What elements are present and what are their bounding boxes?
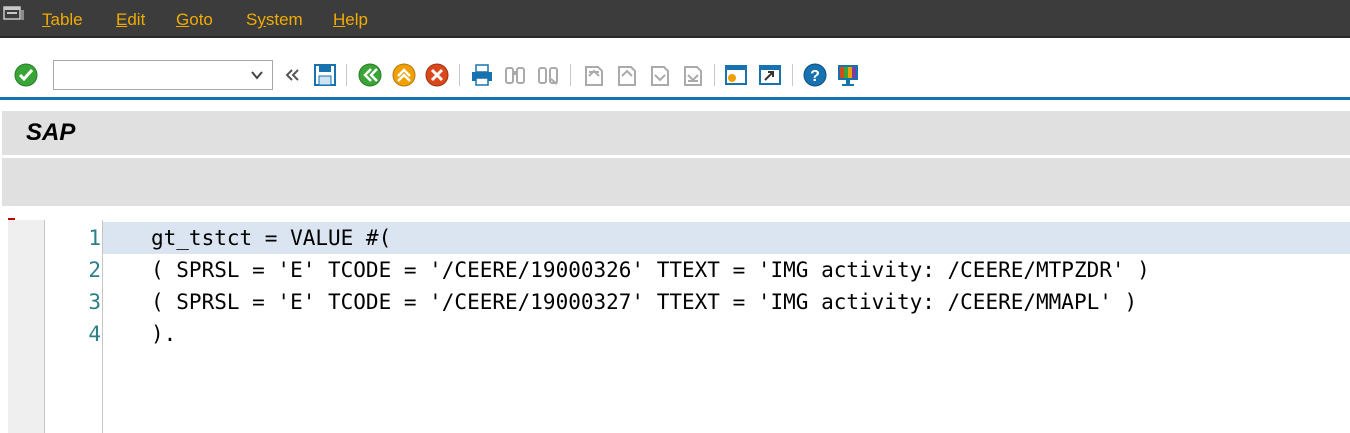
- code-line[interactable]: gt_tstct = VALUE #(: [151, 222, 391, 254]
- toolbar-separator: [570, 64, 571, 86]
- previous-page-icon[interactable]: [613, 62, 639, 88]
- menu-goto[interactable]: Goto: [176, 10, 213, 30]
- chevron-down-icon[interactable]: [249, 67, 265, 83]
- code-line[interactable]: ( SPRSL = 'E' TCODE = '/CEERE/19000327' …: [151, 286, 1137, 318]
- line-number: 3: [88, 290, 101, 314]
- toolbar-separator: [792, 64, 793, 86]
- menu-system[interactable]: System: [246, 10, 303, 30]
- menu-help[interactable]: Help: [333, 10, 368, 30]
- toolbar-separator: [459, 64, 460, 86]
- save-icon[interactable]: [312, 62, 338, 88]
- line-number: 1: [88, 226, 101, 250]
- create-session-icon[interactable]: [723, 62, 749, 88]
- svg-text:?: ?: [810, 68, 820, 85]
- page-title: SAP: [26, 119, 76, 146]
- system-menu-icon[interactable]: [3, 6, 25, 22]
- next-page-icon[interactable]: [646, 62, 672, 88]
- find-next-icon[interactable]: [535, 62, 561, 88]
- code-line[interactable]: ( SPRSL = 'E' TCODE = '/CEERE/19000326' …: [151, 254, 1150, 286]
- customize-layout-icon[interactable]: [835, 62, 861, 88]
- command-field[interactable]: [53, 60, 273, 90]
- print-icon[interactable]: [469, 62, 495, 88]
- toolbar-separator: [714, 64, 715, 86]
- exit-icon[interactable]: [391, 62, 417, 88]
- shortcut-icon[interactable]: [757, 62, 783, 88]
- code-editor[interactable]: 1 gt_tstct = VALUE #( 2 ( SPRSL = 'E' TC…: [0, 218, 1350, 433]
- standard-toolbar: ?: [0, 38, 1350, 100]
- menu-bar: Table Edit Goto System Help: [0, 0, 1350, 38]
- help-icon[interactable]: ?: [802, 62, 828, 88]
- last-page-icon[interactable]: [679, 62, 705, 88]
- collapse-icon[interactable]: [279, 62, 305, 88]
- first-page-icon[interactable]: [580, 62, 606, 88]
- editor-left-gutter: [8, 220, 45, 433]
- menu-table[interactable]: Table: [42, 10, 83, 30]
- menu-edit[interactable]: Edit: [116, 10, 145, 30]
- cancel-icon[interactable]: [424, 62, 450, 88]
- line-number: 4: [88, 322, 101, 346]
- enter-icon[interactable]: [13, 62, 39, 88]
- title-bar: SAP: [2, 111, 1350, 155]
- application-toolbar: [2, 158, 1350, 206]
- code-line[interactable]: ).: [151, 318, 176, 350]
- toolbar-separator: [346, 64, 347, 86]
- find-icon[interactable]: [502, 62, 528, 88]
- line-number: 2: [88, 258, 101, 282]
- back-icon[interactable]: [357, 62, 383, 88]
